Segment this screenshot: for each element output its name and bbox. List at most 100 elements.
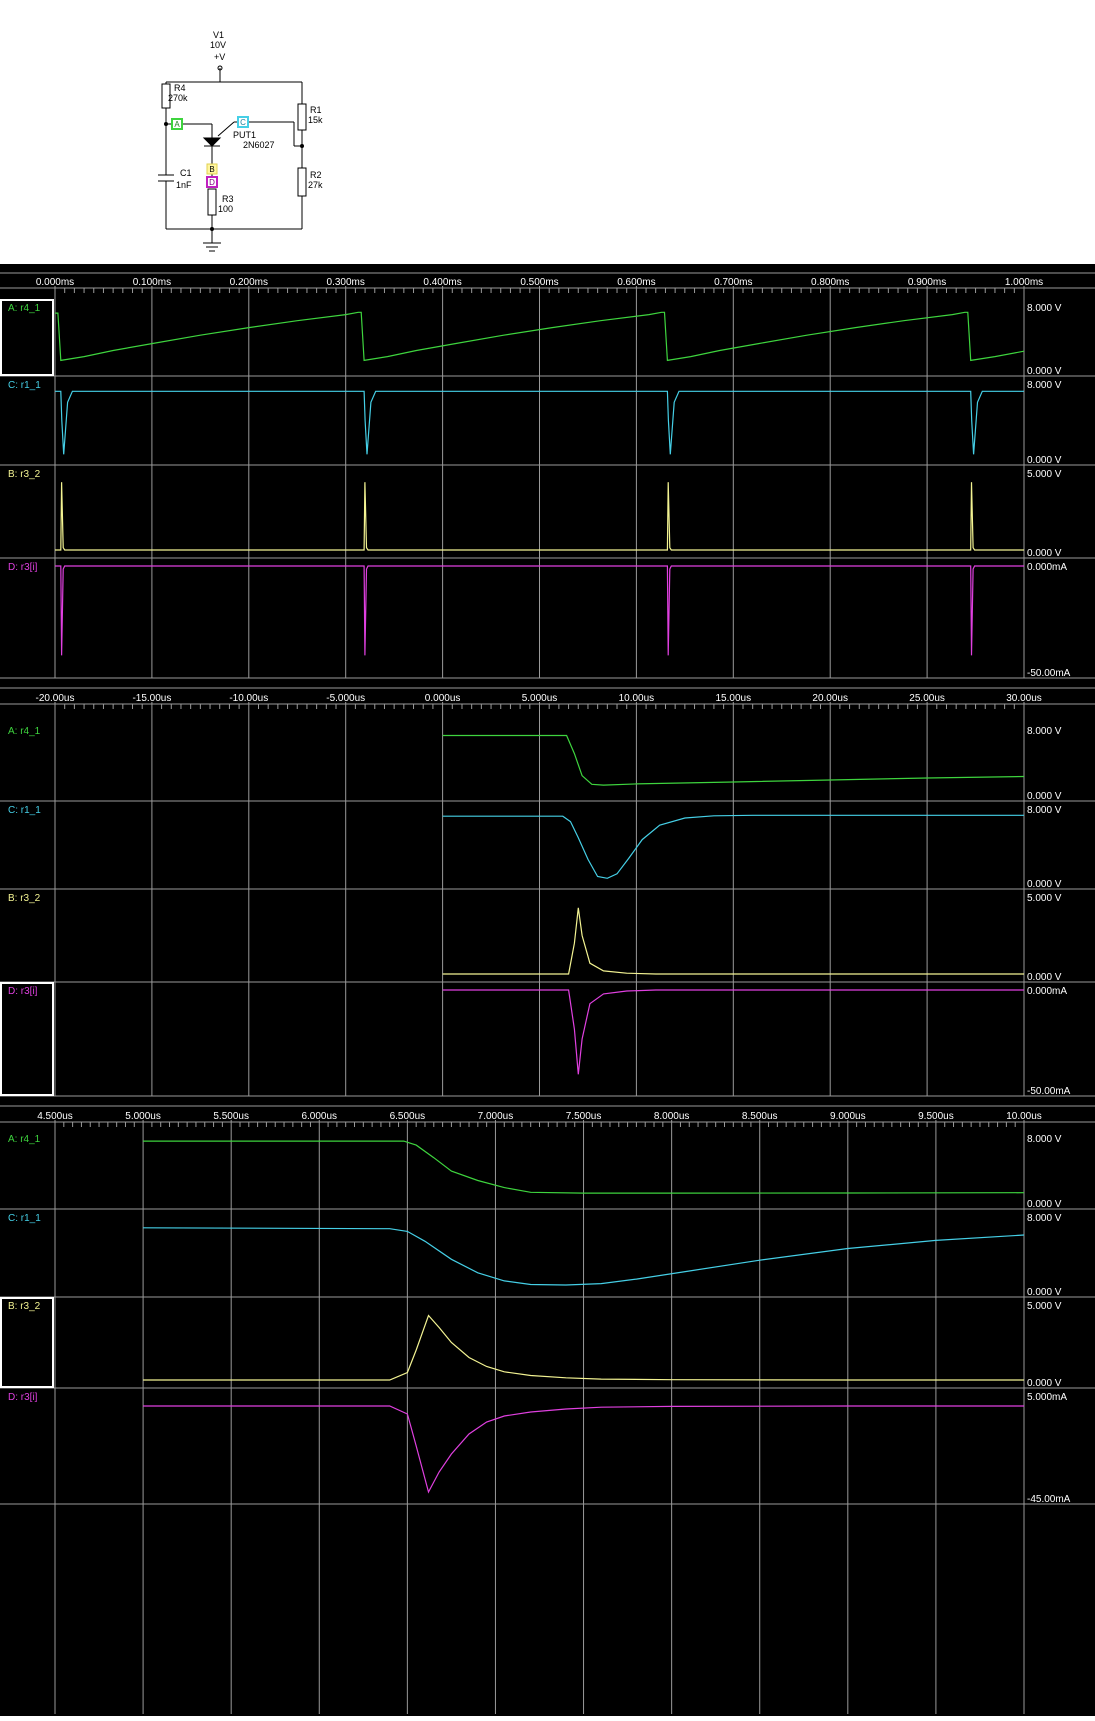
x-tick-label: 0.100ms (133, 277, 171, 288)
y-scale-bottom-label: -45.00mA (1027, 1494, 1071, 1505)
put-model: 2N6027 (243, 140, 275, 150)
r3-value: 100 (218, 204, 233, 214)
x-tick-label: 0.900ms (908, 277, 946, 288)
y-scale-bottom-label: 0.000 V (1027, 791, 1062, 802)
probe-label-c: C (240, 118, 246, 127)
probe-label-a: A (174, 120, 180, 129)
x-tick-label: 15.00us (716, 693, 752, 704)
junction-dot (300, 144, 304, 148)
x-tick-label: 0.000ms (36, 277, 74, 288)
x-tick-label: 5.000us (522, 693, 558, 704)
v1-name: V1 (213, 30, 224, 40)
put-diode-symbol (202, 137, 222, 147)
y-scale-bottom-label: 0.000 V (1027, 1199, 1062, 1210)
r1-body (297, 103, 307, 131)
channel-label[interactable]: C: r1_1 (8, 380, 41, 391)
schematic: A C B D V1 10V +V R4 270k R1 15k R2 27k … (0, 0, 1095, 264)
r4-value: 270k (168, 93, 188, 103)
r4-name: R4 (174, 83, 186, 93)
x-tick-label: 20.00us (812, 693, 848, 704)
y-scale-top-label: 5.000 V (1027, 893, 1062, 904)
x-tick-label: 7.500us (566, 1111, 602, 1122)
x-tick-label: 25.00us (909, 693, 945, 704)
channel-selection-box[interactable] (0, 982, 54, 1096)
junction-dot (210, 227, 214, 231)
probe-label-b: B (209, 165, 214, 174)
channel-label[interactable]: D: r3[i] (8, 1392, 38, 1403)
x-tick-label: 8.500us (742, 1111, 778, 1122)
y-scale-top-label: 8.000 V (1027, 1213, 1062, 1224)
c1-value: 1nF (176, 180, 192, 190)
x-tick-label: -20.00us (36, 693, 75, 704)
x-tick-label: 10.00us (619, 693, 655, 704)
x-tick-label: 1.000ms (1005, 277, 1043, 288)
r2-body (297, 167, 307, 197)
channel-label[interactable]: C: r1_1 (8, 1213, 41, 1224)
x-tick-label: 0.400ms (423, 277, 461, 288)
waveform-panel-us-wide[interactable]: -20.00us -15.00us -10.00us -5.000us 0.000us 5… (0, 687, 1095, 1097)
x-tick-label: 7.000us (478, 1111, 514, 1122)
r1-value: 15k (308, 115, 323, 125)
channel-label[interactable]: D: r3[i] (8, 562, 38, 573)
waveform-plots: 0.000ms 0.100ms 0.200ms 0.300ms 0.400ms 0.500… (0, 272, 1095, 1714)
x-tick-label: 30.00us (1006, 693, 1042, 704)
x-tick-label: -5.000us (326, 693, 365, 704)
y-scale-top-label: 0.000mA (1027, 562, 1067, 573)
channel-label[interactable]: B: r3_2 (8, 1301, 41, 1312)
x-tick-label: 8.000us (654, 1111, 690, 1122)
v1-value: 10V (210, 40, 226, 50)
y-scale-bottom-label: -50.00mA (1027, 668, 1071, 679)
x-tick-label: 0.700ms (714, 277, 752, 288)
y-scale-top-label: 8.000 V (1027, 303, 1062, 314)
x-tick-label: 0.300ms (327, 277, 365, 288)
x-tick-label: 0.800ms (811, 277, 849, 288)
y-scale-bottom-label: 0.000 V (1027, 972, 1062, 983)
x-tick-label: 6.500us (390, 1111, 426, 1122)
y-scale-top-label: 8.000 V (1027, 380, 1062, 391)
x-tick-label: 0.500ms (520, 277, 558, 288)
channel-label[interactable]: A: r4_1 (8, 1134, 41, 1145)
y-scale-top-label: 5.000 V (1027, 469, 1062, 480)
y-scale-top-label: 8.000 V (1027, 726, 1062, 737)
x-tick-label: 0.600ms (617, 277, 655, 288)
channel-label[interactable]: D: r3[i] (8, 986, 38, 997)
channel-label[interactable]: A: r4_1 (8, 303, 41, 314)
put-name: PUT1 (233, 130, 256, 140)
x-tick-label: -15.00us (132, 693, 171, 704)
r3-body (207, 188, 217, 216)
y-scale-bottom-label: -50.00mA (1027, 1086, 1071, 1097)
channel-label[interactable]: C: r1_1 (8, 805, 41, 816)
x-tick-label: 9.500us (918, 1111, 954, 1122)
junction-dot (164, 122, 168, 126)
y-scale-bottom-label: 0.000 V (1027, 548, 1062, 559)
y-scale-top-label: 5.000 V (1027, 1301, 1062, 1312)
waveform-panel-us-zoom[interactable]: 4.500us 5.000us 5.500us 6.000us 6.500us 7.000… (0, 1105, 1095, 1714)
y-scale-bottom-label: 0.000 V (1027, 879, 1062, 890)
x-tick-label: 9.000us (830, 1111, 866, 1122)
x-tick-label: 0.200ms (230, 277, 268, 288)
r1-name: R1 (310, 105, 322, 115)
r2-name: R2 (310, 170, 322, 180)
x-tick-label: 6.000us (301, 1111, 337, 1122)
x-tick-label: 10.00us (1006, 1111, 1042, 1122)
r3-name: R3 (222, 194, 234, 204)
x-tick-label: 5.000us (125, 1111, 161, 1122)
channel-label[interactable]: A: r4_1 (8, 726, 41, 737)
x-tick-label: 0.000us (425, 693, 461, 704)
r2-value: 27k (308, 180, 323, 190)
y-scale-bottom-label: 0.000 V (1027, 1378, 1062, 1389)
channel-label[interactable]: B: r3_2 (8, 893, 41, 904)
y-scale-bottom-label: 0.000 V (1027, 1287, 1062, 1298)
v1-pin: +V (214, 52, 225, 62)
waveform-panel-ms[interactable]: 0.000ms 0.100ms 0.200ms 0.300ms 0.400ms 0.500… (0, 272, 1095, 679)
x-tick-label: 5.500us (213, 1111, 249, 1122)
oscilloscope-display: 0.000ms 0.100ms 0.200ms 0.300ms 0.400ms 0.500… (0, 264, 1095, 1716)
x-tick-label: 4.500us (37, 1111, 73, 1122)
x-tick-label: -10.00us (229, 693, 268, 704)
y-scale-bottom-label: 0.000 V (1027, 366, 1062, 377)
y-scale-top-label: 0.000mA (1027, 986, 1067, 997)
circuit-diagram: A C B D V1 10V +V R4 270k R1 15k R2 27k … (158, 30, 323, 252)
probe-label-d: D (209, 178, 215, 187)
y-scale-top-label: 8.000 V (1027, 805, 1062, 816)
channel-label[interactable]: B: r3_2 (8, 469, 41, 480)
